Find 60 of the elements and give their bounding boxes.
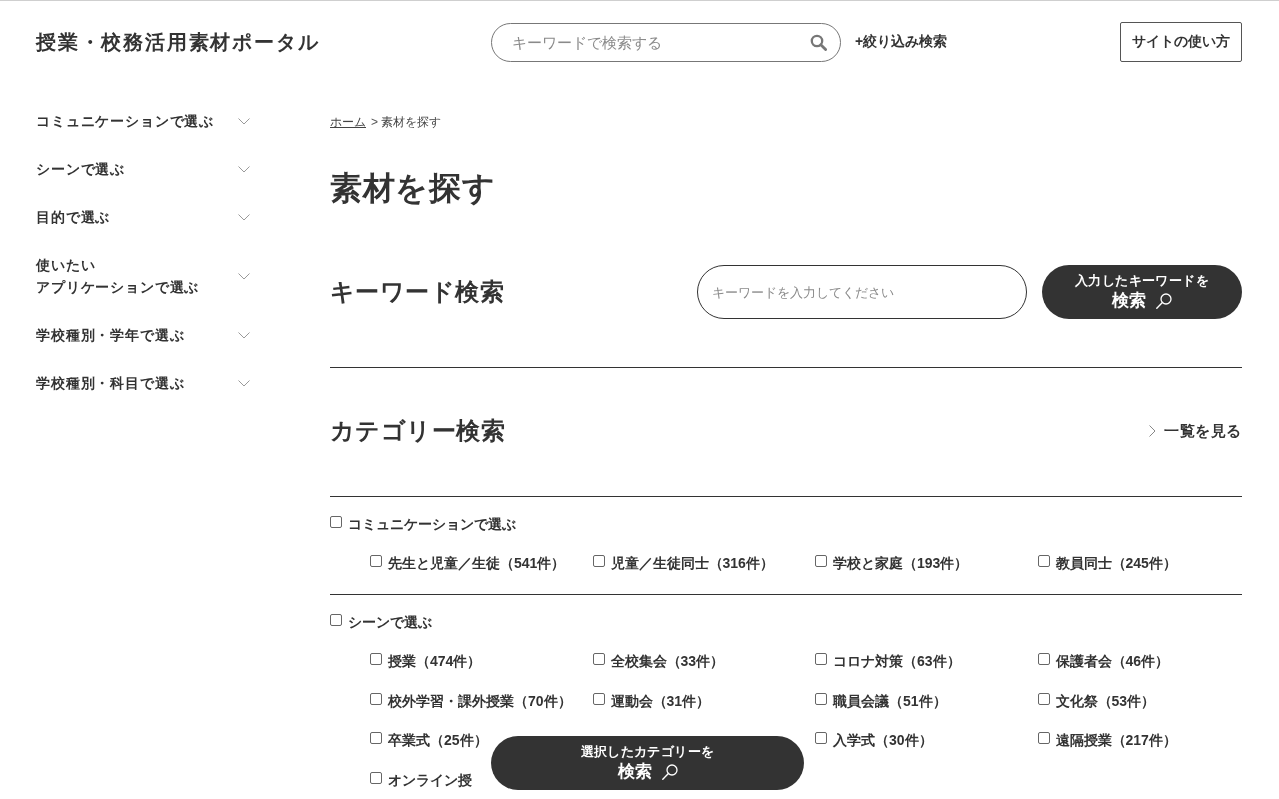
checkbox[interactable] <box>370 555 382 567</box>
checkbox[interactable] <box>592 555 605 567</box>
checkbox[interactable] <box>1037 732 1050 744</box>
checkbox-label[interactable]: 児童／生徒同士（316件） <box>610 553 774 573</box>
keyword-search-button[interactable]: 入力したキーワードを 検索 <box>1042 265 1242 319</box>
checkbox-label[interactable]: コミュニケーションで選ぶ <box>348 514 516 534</box>
checkbox[interactable] <box>815 692 827 705</box>
search-icon <box>1156 292 1172 309</box>
checkbox[interactable] <box>1037 692 1050 705</box>
breadcrumb-link[interactable]: ホーム <box>330 113 366 131</box>
checkbox[interactable] <box>815 555 827 567</box>
keyword-input-field[interactable]: キーワードを入力してください <box>697 265 1027 319</box>
checkbox-label[interactable]: 遠隔授業（217件） <box>1055 730 1177 750</box>
checkbox-label[interactable]: 全校集会（33件） <box>610 651 725 671</box>
page-title: 素材を探す <box>330 169 497 208</box>
checkbox[interactable] <box>592 653 605 665</box>
checkbox-label[interactable]: 教員同士（245件） <box>1055 553 1177 573</box>
checkbox-label[interactable]: 学校と家庭（193件） <box>833 553 969 573</box>
checkbox-label[interactable]: 運動会（31件） <box>610 690 711 711</box>
sidebar-menu-item[interactable]: コミュニケーションで選ぶ <box>36 97 250 145</box>
guide-button[interactable]: サイトの使い方 <box>1120 22 1242 62</box>
checkbox-label[interactable]: 先生と児童／生徒（541件） <box>388 553 566 573</box>
sidebar-menu-item[interactable]: 学校種別・学年で選ぶ <box>36 311 250 359</box>
checkbox-label[interactable]: オンライン授 <box>388 769 472 790</box>
checkbox[interactable] <box>370 771 382 784</box>
view-all-link[interactable]: 一覧を見る <box>1149 421 1242 441</box>
checkbox[interactable] <box>330 614 342 626</box>
checkbox[interactable] <box>1037 653 1050 665</box>
search-icon <box>661 763 678 780</box>
sidebar-menu-item[interactable]: シーンで選ぶ <box>36 145 250 193</box>
search-field[interactable]: キーワードで検索する <box>491 22 841 62</box>
checkbox[interactable] <box>370 732 382 744</box>
checkbox[interactable] <box>1037 555 1050 567</box>
sidebar-menu-item[interactable]: 目的で選ぶ <box>36 193 250 241</box>
checkbox-label[interactable]: コロナ対策（63件） <box>833 651 961 671</box>
checkbox-label[interactable]: 授業（474件） <box>388 651 482 671</box>
chevron-right-icon <box>1149 425 1156 437</box>
category-search-button[interactable]: 選択したカテゴリーを 検索 <box>491 736 804 790</box>
breadcrumb-separator: > <box>371 114 378 131</box>
checkbox[interactable] <box>370 692 382 705</box>
refine-search-link[interactable]: +絞り込み検索 <box>855 33 948 51</box>
checkbox[interactable] <box>815 653 827 665</box>
checkbox-label[interactable]: 職員会議（51件） <box>833 690 947 711</box>
sidebar-menu-item[interactable]: 使いたい アプリケーションで選ぶ <box>36 241 250 311</box>
site-logo-text[interactable]: 授業・校務活用素材ポータル <box>36 28 320 56</box>
checkbox-label[interactable]: シーンで選ぶ <box>348 612 432 632</box>
checkbox-label[interactable]: 保護者会（46件） <box>1055 651 1170 671</box>
checkbox[interactable] <box>592 692 605 705</box>
checkbox[interactable] <box>370 653 382 665</box>
sidebar-menu-item[interactable]: 学校種別・科目で選ぶ <box>36 359 250 407</box>
checkbox[interactable] <box>330 516 342 528</box>
search-icon[interactable] <box>810 33 827 51</box>
checkbox-label[interactable]: 入学式（30件） <box>833 730 933 750</box>
checkbox-label[interactable]: 文化祭（53件） <box>1055 690 1156 711</box>
section-heading: カテゴリー検索 <box>330 416 507 446</box>
checkbox-label[interactable]: 卒業式（25件） <box>388 730 488 750</box>
breadcrumb-current: 素材を探す <box>381 114 441 131</box>
section-heading: キーワード検索 <box>330 277 506 307</box>
checkbox[interactable] <box>815 732 827 744</box>
checkbox-label[interactable]: 校外学習・課外授業（70件） <box>388 690 572 711</box>
